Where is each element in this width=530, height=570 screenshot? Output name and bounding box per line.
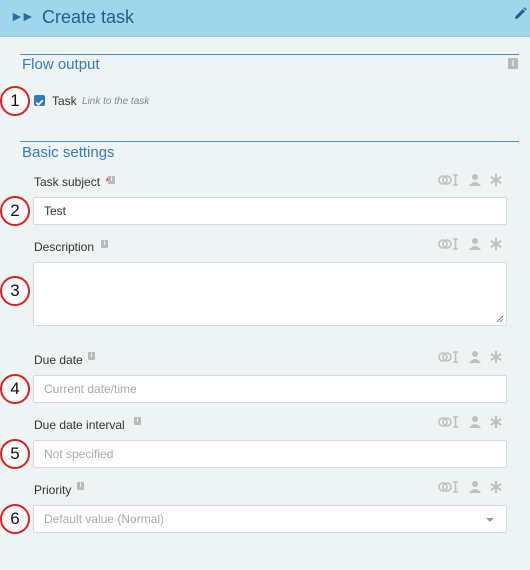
field-tools: [438, 480, 504, 494]
resize-grip-icon[interactable]: [496, 315, 504, 323]
priority-selected-value: Default value (Normal): [44, 512, 165, 526]
basic-settings-divider: [20, 141, 519, 142]
due-date-input[interactable]: Current date/time: [33, 375, 507, 403]
pencil-icon[interactable]: [512, 6, 528, 22]
field-tools: [438, 415, 504, 429]
asterisk-icon[interactable]: [489, 237, 503, 251]
annotation-badge-1: 1: [0, 86, 30, 116]
panel-title: Create task: [42, 7, 135, 27]
info-icon[interactable]: i: [134, 417, 141, 425]
info-icon[interactable]: i: [508, 58, 518, 69]
task-subject-label: Task subject *: [34, 175, 110, 189]
asterisk-icon[interactable]: [489, 415, 503, 429]
user-icon[interactable]: [468, 350, 482, 364]
priority-label: Priority: [34, 483, 72, 497]
field-tools: [438, 173, 504, 187]
user-icon[interactable]: [468, 480, 482, 494]
annotation-badge-3: 3: [0, 276, 30, 306]
variable-icon[interactable]: [438, 350, 460, 364]
info-icon[interactable]: i: [101, 240, 108, 248]
task-subject-input[interactable]: Test: [33, 197, 507, 225]
description-label: Description: [34, 240, 95, 254]
asterisk-icon[interactable]: [489, 350, 503, 364]
task-checkbox-hint: Link to the task: [82, 96, 150, 107]
task-subject-label-text: Task subject: [34, 175, 101, 189]
due-date-label: Due date: [34, 353, 83, 367]
variable-icon[interactable]: [438, 237, 460, 251]
field-tools: [438, 350, 504, 364]
annotation-badge-4: 4: [0, 374, 30, 404]
variable-icon[interactable]: [438, 480, 460, 494]
field-tools: [438, 237, 504, 251]
info-icon[interactable]: i: [108, 176, 115, 184]
variable-icon[interactable]: [438, 415, 460, 429]
checkmark-icon: [35, 99, 44, 107]
user-icon[interactable]: [468, 173, 482, 187]
user-icon[interactable]: [468, 415, 482, 429]
annotation-badge-6: 6: [0, 504, 30, 534]
due-date-interval-label: Due date interval: [34, 418, 125, 432]
basic-settings-heading: Basic settings: [22, 144, 115, 161]
task-checkbox[interactable]: [34, 95, 45, 107]
annotation-badge-5: 5: [0, 439, 30, 469]
annotation-badge-2: 2: [0, 196, 30, 226]
chevron-down-icon[interactable]: [486, 518, 494, 522]
expand-panel-icon[interactable]: ►►: [10, 8, 35, 24]
due-date-interval-input[interactable]: Not specified: [33, 440, 507, 468]
user-icon[interactable]: [468, 237, 482, 251]
flow-output-heading: Flow output: [22, 56, 100, 73]
description-textarea[interactable]: [33, 262, 507, 326]
panel-header: ►► Create task: [0, 0, 530, 37]
variable-icon[interactable]: [438, 173, 460, 187]
task-checkbox-label[interactable]: Task: [52, 94, 77, 108]
asterisk-icon[interactable]: [489, 173, 503, 187]
info-icon[interactable]: i: [77, 482, 84, 490]
flow-output-divider: [20, 54, 519, 55]
info-icon[interactable]: i: [88, 352, 95, 360]
asterisk-icon[interactable]: [489, 480, 503, 494]
priority-select[interactable]: Default value (Normal): [33, 505, 507, 533]
